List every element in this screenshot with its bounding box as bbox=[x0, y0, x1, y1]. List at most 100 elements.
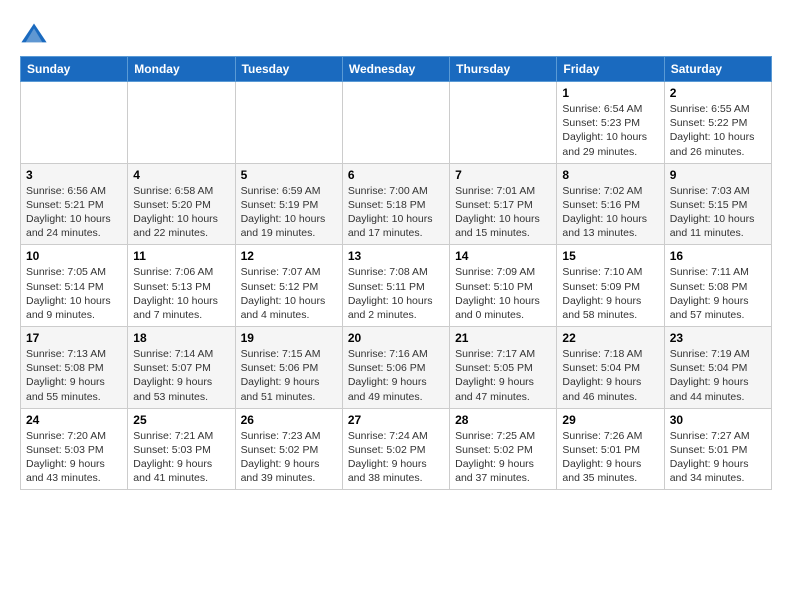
day-info: Sunrise: 7:25 AM Sunset: 5:02 PM Dayligh… bbox=[455, 429, 551, 486]
day-number: 7 bbox=[455, 168, 551, 182]
day-number: 22 bbox=[562, 331, 658, 345]
day-number: 30 bbox=[670, 413, 766, 427]
calendar-day-22: 22 Sunrise: 7:18 AM Sunset: 5:04 PM Dayli… bbox=[557, 327, 664, 409]
calendar-day-12: 12 Sunrise: 7:07 AM Sunset: 5:12 PM Dayli… bbox=[235, 245, 342, 327]
calendar-day-30: 30 Sunrise: 7:27 AM Sunset: 5:01 PM Dayli… bbox=[664, 408, 771, 490]
day-info: Sunrise: 7:01 AM Sunset: 5:17 PM Dayligh… bbox=[455, 184, 551, 241]
day-number: 8 bbox=[562, 168, 658, 182]
day-info: Sunrise: 7:05 AM Sunset: 5:14 PM Dayligh… bbox=[26, 265, 122, 322]
day-info: Sunrise: 7:07 AM Sunset: 5:12 PM Dayligh… bbox=[241, 265, 337, 322]
calendar-header-row: SundayMondayTuesdayWednesdayThursdayFrid… bbox=[21, 57, 772, 82]
calendar-week-row: 24 Sunrise: 7:20 AM Sunset: 5:03 PM Dayli… bbox=[21, 408, 772, 490]
calendar-day-6: 6 Sunrise: 7:00 AM Sunset: 5:18 PM Daylig… bbox=[342, 163, 449, 245]
day-header-saturday: Saturday bbox=[664, 57, 771, 82]
day-info: Sunrise: 7:16 AM Sunset: 5:06 PM Dayligh… bbox=[348, 347, 444, 404]
calendar-day-empty bbox=[342, 82, 449, 164]
day-number: 18 bbox=[133, 331, 229, 345]
day-number: 19 bbox=[241, 331, 337, 345]
calendar-day-25: 25 Sunrise: 7:21 AM Sunset: 5:03 PM Dayli… bbox=[128, 408, 235, 490]
calendar-day-16: 16 Sunrise: 7:11 AM Sunset: 5:08 PM Dayli… bbox=[664, 245, 771, 327]
calendar-day-19: 19 Sunrise: 7:15 AM Sunset: 5:06 PM Dayli… bbox=[235, 327, 342, 409]
day-info: Sunrise: 7:17 AM Sunset: 5:05 PM Dayligh… bbox=[455, 347, 551, 404]
day-number: 9 bbox=[670, 168, 766, 182]
day-header-sunday: Sunday bbox=[21, 57, 128, 82]
day-info: Sunrise: 7:11 AM Sunset: 5:08 PM Dayligh… bbox=[670, 265, 766, 322]
day-number: 2 bbox=[670, 86, 766, 100]
day-info: Sunrise: 7:08 AM Sunset: 5:11 PM Dayligh… bbox=[348, 265, 444, 322]
day-info: Sunrise: 7:18 AM Sunset: 5:04 PM Dayligh… bbox=[562, 347, 658, 404]
day-number: 11 bbox=[133, 249, 229, 263]
day-info: Sunrise: 7:23 AM Sunset: 5:02 PM Dayligh… bbox=[241, 429, 337, 486]
page-header bbox=[20, 20, 772, 48]
calendar-day-15: 15 Sunrise: 7:10 AM Sunset: 5:09 PM Dayli… bbox=[557, 245, 664, 327]
calendar-day-27: 27Sunrise: 7:24 AM Sunset: 5:02 PM Dayli… bbox=[342, 408, 449, 490]
calendar-day-empty bbox=[235, 82, 342, 164]
day-number: 6 bbox=[348, 168, 444, 182]
day-info: Sunrise: 7:09 AM Sunset: 5:10 PM Dayligh… bbox=[455, 265, 551, 322]
day-header-monday: Monday bbox=[128, 57, 235, 82]
day-info: Sunrise: 7:00 AM Sunset: 5:18 PM Dayligh… bbox=[348, 184, 444, 241]
day-number: 28 bbox=[455, 413, 551, 427]
day-header-friday: Friday bbox=[557, 57, 664, 82]
day-number: 29 bbox=[562, 413, 658, 427]
day-number: 14 bbox=[455, 249, 551, 263]
calendar-day-7: 7 Sunrise: 7:01 AM Sunset: 5:17 PM Daylig… bbox=[450, 163, 557, 245]
calendar-day-17: 17 Sunrise: 7:13 AM Sunset: 5:08 PM Dayli… bbox=[21, 327, 128, 409]
calendar-day-1: 1 Sunrise: 6:54 AM Sunset: 5:23 PM Daylig… bbox=[557, 82, 664, 164]
day-number: 12 bbox=[241, 249, 337, 263]
day-info: Sunrise: 7:02 AM Sunset: 5:16 PM Dayligh… bbox=[562, 184, 658, 241]
calendar-day-21: 21 Sunrise: 7:17 AM Sunset: 5:05 PM Dayli… bbox=[450, 327, 557, 409]
calendar-day-24: 24 Sunrise: 7:20 AM Sunset: 5:03 PM Dayli… bbox=[21, 408, 128, 490]
calendar-day-13: 13Sunrise: 7:08 AM Sunset: 5:11 PM Dayli… bbox=[342, 245, 449, 327]
day-info: Sunrise: 6:58 AM Sunset: 5:20 PM Dayligh… bbox=[133, 184, 229, 241]
day-number: 16 bbox=[670, 249, 766, 263]
day-info: Sunrise: 7:15 AM Sunset: 5:06 PM Dayligh… bbox=[241, 347, 337, 404]
day-info: Sunrise: 7:24 AM Sunset: 5:02 PM Dayligh… bbox=[348, 429, 444, 486]
day-number: 21 bbox=[455, 331, 551, 345]
calendar-day-5: 5Sunrise: 6:59 AM Sunset: 5:19 PM Daylig… bbox=[235, 163, 342, 245]
day-info: Sunrise: 7:26 AM Sunset: 5:01 PM Dayligh… bbox=[562, 429, 658, 486]
calendar-day-11: 11 Sunrise: 7:06 AM Sunset: 5:13 PM Dayli… bbox=[128, 245, 235, 327]
day-header-tuesday: Tuesday bbox=[235, 57, 342, 82]
calendar-table: SundayMondayTuesdayWednesdayThursdayFrid… bbox=[20, 56, 772, 490]
day-number: 4 bbox=[133, 168, 229, 182]
calendar-day-20: 20 Sunrise: 7:16 AM Sunset: 5:06 PM Dayli… bbox=[342, 327, 449, 409]
day-info: Sunrise: 6:55 AM Sunset: 5:22 PM Dayligh… bbox=[670, 102, 766, 159]
day-number: 26 bbox=[241, 413, 337, 427]
day-number: 1 bbox=[562, 86, 658, 100]
calendar-day-26: 26 Sunrise: 7:23 AM Sunset: 5:02 PM Dayli… bbox=[235, 408, 342, 490]
day-number: 17 bbox=[26, 331, 122, 345]
day-info: Sunrise: 6:56 AM Sunset: 5:21 PM Dayligh… bbox=[26, 184, 122, 241]
day-number: 23 bbox=[670, 331, 766, 345]
logo-icon bbox=[20, 20, 48, 48]
day-number: 24 bbox=[26, 413, 122, 427]
day-info: Sunrise: 7:13 AM Sunset: 5:08 PM Dayligh… bbox=[26, 347, 122, 404]
day-number: 3 bbox=[26, 168, 122, 182]
day-info: Sunrise: 7:10 AM Sunset: 5:09 PM Dayligh… bbox=[562, 265, 658, 322]
calendar-day-10: 10 Sunrise: 7:05 AM Sunset: 5:14 PM Dayli… bbox=[21, 245, 128, 327]
day-info: Sunrise: 7:14 AM Sunset: 5:07 PM Dayligh… bbox=[133, 347, 229, 404]
day-info: Sunrise: 7:06 AM Sunset: 5:13 PM Dayligh… bbox=[133, 265, 229, 322]
day-info: Sunrise: 6:54 AM Sunset: 5:23 PM Dayligh… bbox=[562, 102, 658, 159]
day-info: Sunrise: 7:20 AM Sunset: 5:03 PM Dayligh… bbox=[26, 429, 122, 486]
day-info: Sunrise: 7:27 AM Sunset: 5:01 PM Dayligh… bbox=[670, 429, 766, 486]
calendar-day-18: 18 Sunrise: 7:14 AM Sunset: 5:07 PM Dayli… bbox=[128, 327, 235, 409]
day-header-wednesday: Wednesday bbox=[342, 57, 449, 82]
day-number: 15 bbox=[562, 249, 658, 263]
day-info: Sunrise: 7:19 AM Sunset: 5:04 PM Dayligh… bbox=[670, 347, 766, 404]
calendar-day-29: 29 Sunrise: 7:26 AM Sunset: 5:01 PM Dayli… bbox=[557, 408, 664, 490]
logo bbox=[20, 20, 52, 48]
calendar-day-8: 8 Sunrise: 7:02 AM Sunset: 5:16 PM Daylig… bbox=[557, 163, 664, 245]
calendar-day-3: 3 Sunrise: 6:56 AM Sunset: 5:21 PM Daylig… bbox=[21, 163, 128, 245]
day-info: Sunrise: 6:59 AM Sunset: 5:19 PM Dayligh… bbox=[241, 184, 337, 241]
calendar-day-2: 2 Sunrise: 6:55 AM Sunset: 5:22 PM Daylig… bbox=[664, 82, 771, 164]
day-number: 25 bbox=[133, 413, 229, 427]
calendar-week-row: 17 Sunrise: 7:13 AM Sunset: 5:08 PM Dayli… bbox=[21, 327, 772, 409]
day-info: Sunrise: 7:21 AM Sunset: 5:03 PM Dayligh… bbox=[133, 429, 229, 486]
day-number: 10 bbox=[26, 249, 122, 263]
calendar-week-row: 3 Sunrise: 6:56 AM Sunset: 5:21 PM Daylig… bbox=[21, 163, 772, 245]
day-number: 20 bbox=[348, 331, 444, 345]
calendar-day-14: 14 Sunrise: 7:09 AM Sunset: 5:10 PM Dayli… bbox=[450, 245, 557, 327]
calendar-day-4: 4 Sunrise: 6:58 AM Sunset: 5:20 PM Daylig… bbox=[128, 163, 235, 245]
calendar-week-row: 10 Sunrise: 7:05 AM Sunset: 5:14 PM Dayli… bbox=[21, 245, 772, 327]
